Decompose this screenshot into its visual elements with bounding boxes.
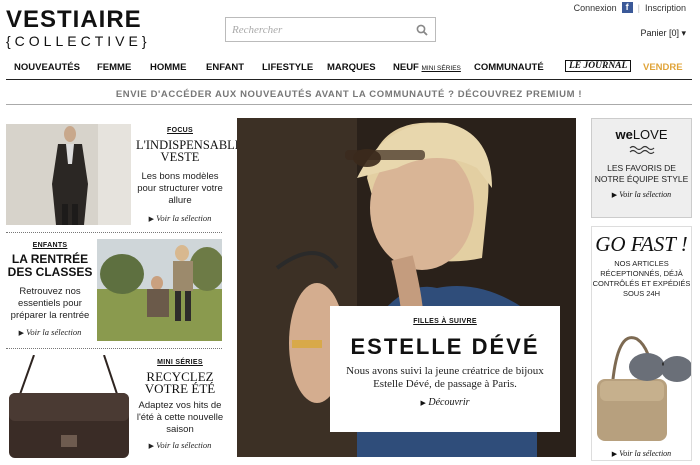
hero-title[interactable]: ESTELLE DÉVÉ <box>330 334 560 360</box>
hero-estelle-deve[interactable]: FILLES À SUIVRE ESTELLE DÉVÉ Nous avons … <box>237 118 576 457</box>
focus-jacket-photo[interactable] <box>6 124 131 225</box>
wave-icon <box>629 145 654 155</box>
focus-desc: Les bons modèles pour structurer votre a… <box>137 171 223 206</box>
search-box <box>225 17 436 42</box>
chevron-right-icon: ▶ <box>420 399 426 407</box>
kids-illustration <box>97 239 222 341</box>
nav-enfant[interactable]: ENFANT <box>206 62 244 73</box>
mini-series-more-link[interactable]: ▶ Voir la sélection <box>136 440 224 450</box>
nav-neuf-label: NEUF <box>393 62 419 73</box>
hero-tag[interactable]: FILLES À SUIVRE <box>330 318 560 325</box>
mini-series-more-label: Voir la sélection <box>156 440 212 450</box>
enfants-title[interactable]: LA RENTRÉE DES CLASSES <box>6 253 94 279</box>
nav-femme[interactable]: FEMME <box>97 62 131 73</box>
welove-title-love: LOVE <box>632 127 668 142</box>
vestiaire-logo[interactable]: VESTIAIRE {COLLECTIVE} <box>6 6 158 50</box>
handbag-illustration <box>9 355 129 458</box>
login-link[interactable]: Connexion <box>574 3 617 13</box>
nav-neuf-sub: MINI SÉRIES <box>421 65 461 72</box>
facebook-icon[interactable]: f <box>621 2 633 13</box>
welove-more-label: Voir la sélection <box>619 190 672 199</box>
nav-neuf[interactable]: NEUF MINI SÉRIES <box>393 62 461 73</box>
mini-series-text: MINI SÉRIES RECYCLEZ VOTRE ÉTÉ Adaptez v… <box>136 359 224 450</box>
enfants-more-link[interactable]: ▶ Voir la sélection <box>6 327 94 337</box>
main-nav: NOUVEAUTÉS FEMME HOMME ENFANT LIFESTYLE … <box>6 56 692 80</box>
mini-series-tag[interactable]: MINI SÉRIES <box>136 359 224 366</box>
signup-link[interactable]: Inscription <box>645 3 686 13</box>
chevron-right-icon: ▶ <box>18 329 24 337</box>
welove-title: weLOVE <box>592 127 691 142</box>
enfants-more-label: Voir la sélection <box>26 327 82 337</box>
enfants-kids-photo[interactable] <box>97 239 222 341</box>
premium-promo-banner[interactable]: ENVIE D'ACCÉDER AUX NOUVEAUTÉS AVANT LA … <box>6 84 692 105</box>
gofast-title: GO FAST ! <box>595 232 688 256</box>
nav-homme[interactable]: HOMME <box>150 62 186 73</box>
divider <box>6 232 222 233</box>
focus-more-link[interactable]: ▶ Voir la sélection <box>136 213 224 223</box>
search-input[interactable] <box>226 18 406 41</box>
separator: | <box>637 2 640 13</box>
focus-tag[interactable]: FOCUS <box>136 127 224 134</box>
gofast-more-link[interactable]: ▶ Voir la sélection <box>592 449 691 458</box>
logo-line1: VESTIAIRE <box>6 6 142 33</box>
enfants-desc: Retrouvez nos essentiels pour préparer l… <box>10 286 90 321</box>
divider <box>6 348 222 349</box>
mini-series-bag-photo[interactable] <box>6 355 131 458</box>
welove-title-we: we <box>615 127 633 142</box>
chevron-right-icon: ▶ <box>148 442 154 450</box>
welove-more-link[interactable]: ▶ Voir la sélection <box>592 190 691 199</box>
gofast-products-illustration <box>597 336 691 441</box>
nav-nouveautes[interactable]: NOUVEAUTÉS <box>14 62 80 73</box>
hero-caption-card: FILLES À SUIVRE ESTELLE DÉVÉ Nous avons … <box>330 306 560 432</box>
welove-desc: LES FAVORIS DE NOTRE ÉQUIPE STYLE <box>594 163 689 184</box>
nav-marques[interactable]: MARQUES <box>327 62 376 73</box>
focus-more-label: Voir la sélection <box>156 213 212 223</box>
nav-lifestyle[interactable]: LIFESTYLE <box>262 62 313 73</box>
enfants-tag[interactable]: ENFANTS <box>6 242 94 249</box>
search-icon[interactable] <box>416 24 428 36</box>
chevron-right-icon: ▶ <box>611 450 618 458</box>
mini-series-title[interactable]: RECYCLEZ VOTRE ÉTÉ <box>136 370 224 395</box>
chevron-right-icon: ▶ <box>611 191 618 199</box>
gofast-panel[interactable]: GO FAST ! NOS ARTICLES RÉCEPTIONNÉS, DÉJ… <box>591 226 692 461</box>
nav-le-journal[interactable]: LE JOURNAL <box>565 60 632 72</box>
enfants-text: ENFANTS LA RENTRÉE DES CLASSES Retrouvez… <box>6 242 94 337</box>
hero-desc: Nous avons suivi la jeune créatrice de b… <box>346 365 544 390</box>
cart-link[interactable]: Panier [0] ▾ <box>640 28 686 39</box>
hero-discover-link[interactable]: ▶ Découvrir <box>330 397 560 408</box>
nav-communaute[interactable]: COMMUNAUTÉ <box>474 62 544 73</box>
chevron-right-icon: ▶ <box>148 215 154 223</box>
nav-vendre[interactable]: VENDRE <box>643 62 683 73</box>
mini-series-desc: Adaptez vos hits de l'été à cette nouvel… <box>136 400 224 435</box>
welove-panel[interactable]: weLOVE LES FAVORIS DE NOTRE ÉQUIPE STYLE… <box>591 118 692 218</box>
account-links: Connexion f | Inscription <box>574 2 686 13</box>
focus-title[interactable]: L'INDISPENSABLE VESTE <box>136 139 242 164</box>
focus-text: FOCUS L'INDISPENSABLE VESTE Les bons mod… <box>136 127 242 223</box>
logo-line2: {COLLECTIVE} <box>6 33 151 49</box>
gofast-desc: NOS ARTICLES RÉCEPTIONNÉS, DÉJÀ CONTRÔLÉ… <box>592 259 691 298</box>
hero-discover-label: Découvrir <box>428 397 470 408</box>
gofast-more-label: Voir la sélection <box>619 449 672 458</box>
jacket-model-illustration <box>6 124 131 225</box>
